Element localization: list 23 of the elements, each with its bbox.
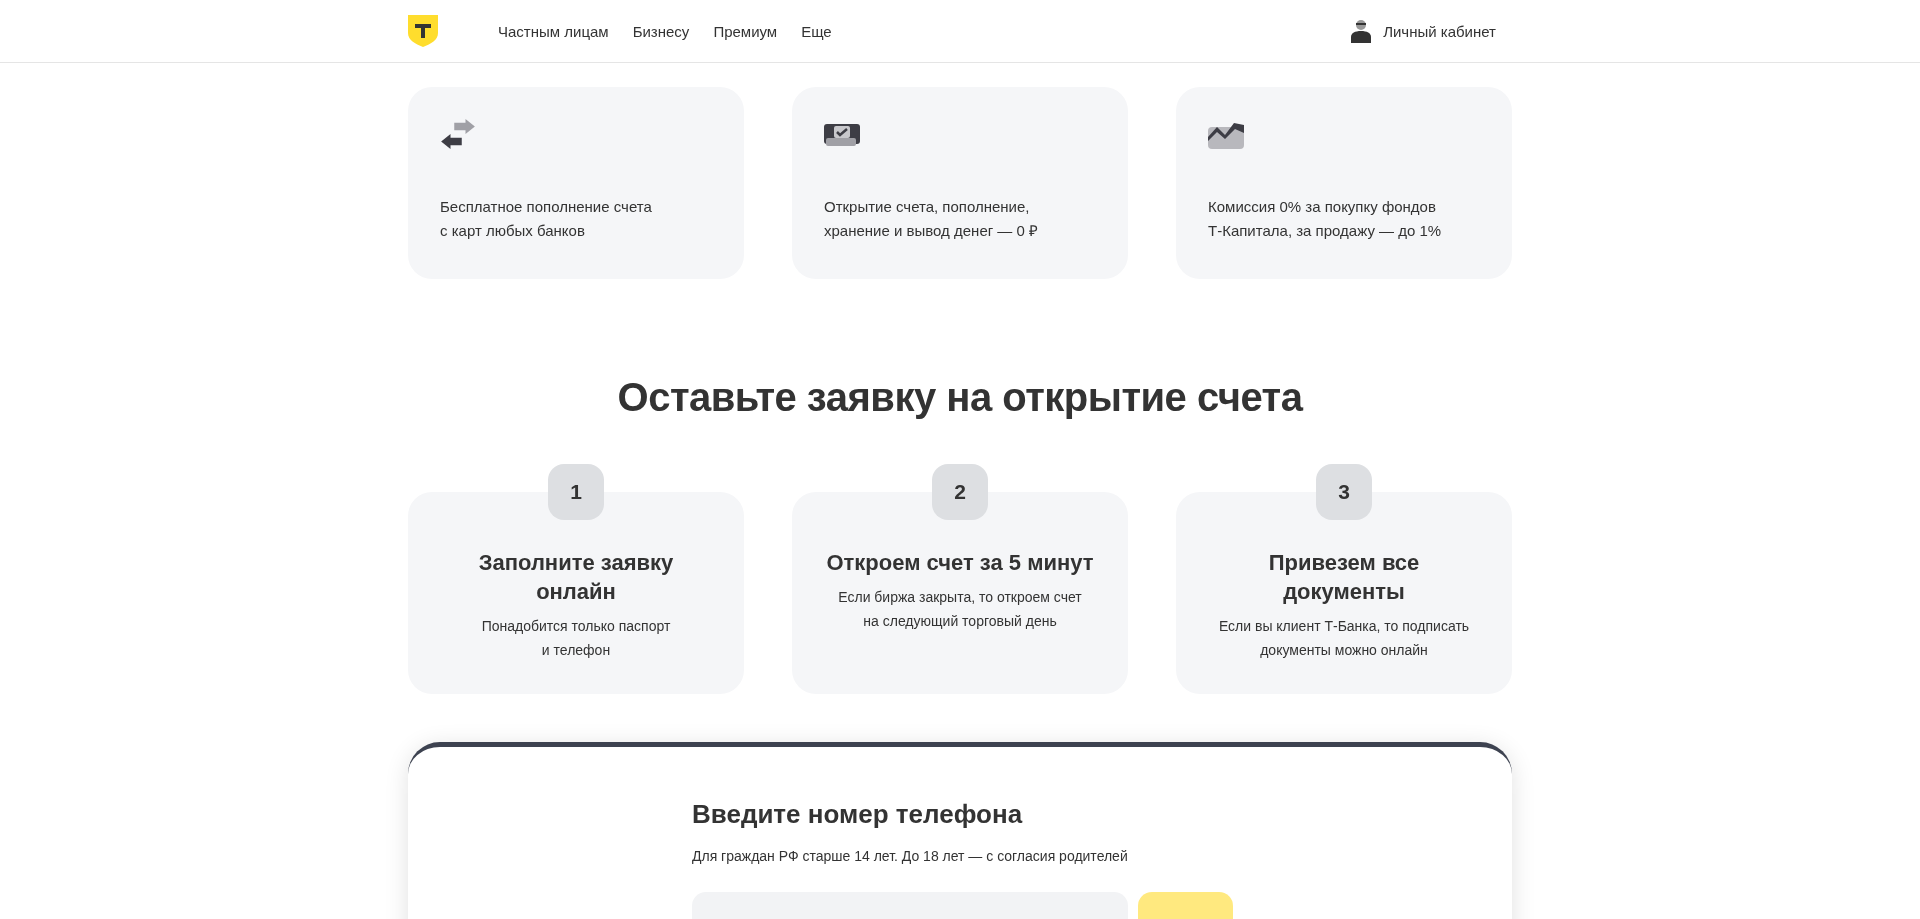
nav-link[interactable]: Бизнесу [632,22,690,40]
arrows-icon [440,119,476,149]
step-number: 1 [548,464,604,520]
form-subtitle: Для граждан РФ старше 14 лет. До 18 лет — с согласия родителей [692,848,1129,864]
step-text: Если биржа закрыта, то откроем счет на следующий торговый день [837,588,1083,631]
logo-icon[interactable] [408,15,438,47]
step-title: Откроем счет за 5 минут [825,549,1095,577]
nav-link[interactable]: Еще [801,22,832,40]
person-icon [1351,19,1372,43]
step-title: Заполните заявку онлайн [477,549,675,606]
feature-text: Открытие счета, пополнение, хранение и вывод денег — 0 ₽ [824,197,1040,241]
feature-text: Комиссия 0% за покупку фондов Т-Капитала, за продажу — до 1% [1208,197,1443,241]
nav-link[interactable]: Частным лицам [498,22,609,40]
step-number: 2 [932,464,988,520]
account-link[interactable]: Личный кабинет [1351,19,1496,43]
step-text: Если вы клиент Т-Банка, то подписать документы можно онлайн [1217,617,1471,660]
form-title: Введите номер телефона [692,799,1024,830]
step-text: Понадобится только паспорт и телефон [480,617,672,660]
feature-text: Бесплатное пополнение счета с карт любых банков [440,197,653,241]
step-title: Привезем все документы [1267,549,1421,606]
nav-link[interactable]: Премиум [713,22,778,40]
step-number: 3 [1316,464,1372,520]
section-heading: Оставьте заявку на открытие счета [616,375,1305,420]
